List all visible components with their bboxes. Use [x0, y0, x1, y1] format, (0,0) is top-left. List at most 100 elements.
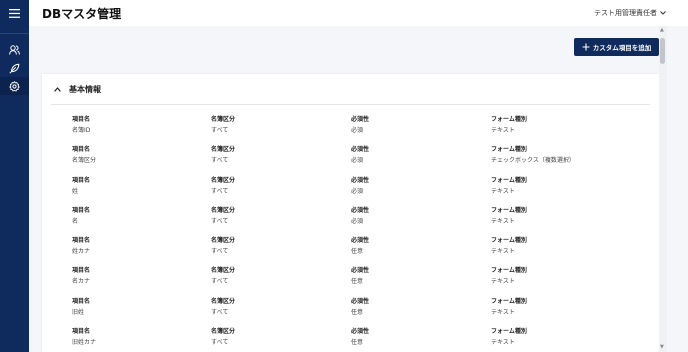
required-cell: 必須性 任意 [351, 237, 369, 256]
item-label: 項目名 [72, 267, 91, 275]
item-value: 名簿ID [72, 127, 91, 134]
required-cell: 必須性 任意 [351, 328, 369, 347]
required-value: 任意 [351, 278, 364, 286]
form-type-label: フォーム種別 [491, 328, 527, 336]
field-row: 項目名 旧姓カナ 名簿区分 すべて 必須性 任意 フォーム種別 テキスト [42, 328, 659, 352]
item-value: 姓 [72, 187, 79, 195]
required-value: 必須 [351, 187, 364, 195]
item-value: 名 [72, 217, 79, 225]
nav-settings[interactable] [0, 77, 29, 95]
item-cell: 項目名 名簿区分 [72, 146, 96, 165]
category-cell: 名簿区分 すべて [211, 298, 235, 317]
user-name: テスト用管理責任者 [594, 9, 657, 17]
form-type-cell: フォーム種別 テキスト [491, 237, 527, 256]
category-label: 名簿区分 [211, 267, 236, 275]
required-label: 必須性 [351, 237, 370, 245]
section-header[interactable]: 基本情報 [42, 74, 659, 104]
category-cell: 名簿区分 すべて [211, 207, 235, 226]
required-label: 必須性 [351, 176, 370, 184]
user-menu[interactable]: テスト用管理責任者 [594, 8, 666, 18]
item-value: 名カナ [72, 278, 91, 286]
category-cell: 名簿区分 すべて [211, 146, 235, 165]
required-cell: 必須性 必須 [351, 207, 369, 226]
add-custom-item-label: カスタム項目を追加 [592, 44, 652, 52]
field-row: 項目名 名 名簿区分 すべて 必須性 必須 フォーム種別 テキスト [42, 207, 659, 237]
hamburger-icon [9, 8, 20, 18]
chevron-up-icon[interactable] [54, 86, 61, 92]
form-type-label: フォーム種別 [491, 176, 527, 184]
scroll-down-arrow-icon[interactable]: ▼ [660, 345, 664, 350]
top-bar: DBマスタ管理 テスト用管理責任者 [29, 0, 688, 26]
field-row: 項目名 名簿区分 名簿区分 すべて 必須性 必須 フォーム種別 チェックボックス… [42, 146, 659, 176]
feather-icon [9, 63, 20, 74]
form-type-value: テキスト [491, 217, 515, 225]
item-label: 項目名 [72, 176, 91, 184]
form-type-label: フォーム種別 [491, 237, 527, 245]
side-rail [0, 0, 29, 352]
form-type-value: テキスト [491, 187, 515, 195]
field-row: 項目名 姓カナ 名簿区分 すべて 必須性 任意 フォーム種別 テキスト [42, 237, 659, 267]
category-value: すべて [211, 308, 229, 316]
required-value: 任意 [351, 339, 364, 347]
add-custom-item-button[interactable]: カスタム項目を追加 [574, 38, 659, 56]
required-label: 必須性 [351, 116, 370, 123]
section-divider [51, 104, 650, 105]
required-label: 必須性 [351, 297, 370, 305]
form-type-value: テキスト [491, 308, 515, 316]
form-type-cell: フォーム種別 テキスト [491, 328, 527, 347]
category-value: すべて [211, 248, 229, 256]
nav-feather[interactable] [0, 59, 29, 77]
item-cell: 項目名 名カナ [72, 267, 90, 286]
required-cell: 必須性 任意 [351, 298, 369, 317]
nav-users[interactable] [0, 41, 29, 59]
form-type-value: テキスト [491, 127, 515, 134]
required-value: 必須 [351, 157, 364, 165]
form-type-label: フォーム種別 [491, 267, 527, 275]
required-cell: 必須性 必須 [351, 146, 369, 165]
rail-divider [0, 33, 29, 34]
field-row: 項目名 旧姓 名簿区分 すべて 必須性 任意 フォーム種別 テキスト [42, 298, 659, 328]
scrollbar[interactable]: ▲ ▼ [659, 26, 667, 352]
item-value: 旧姓カナ [72, 339, 97, 347]
form-type-cell: フォーム種別 テキスト [491, 177, 527, 196]
form-type-value: テキスト [491, 248, 515, 256]
category-cell: 名簿区分 すべて [211, 116, 235, 135]
category-label: 名簿区分 [211, 116, 236, 123]
field-row: 項目名 姓 名簿区分 すべて 必須性 必須 フォーム種別 テキスト [42, 177, 659, 207]
chevron-down-icon [660, 11, 666, 15]
required-cell: 必須性 任意 [351, 267, 369, 286]
form-type-cell: フォーム種別 テキスト [491, 267, 527, 286]
required-cell: 必須性 必須 [351, 177, 369, 196]
scroll-thumb[interactable] [660, 38, 665, 64]
hamburger-menu-button[interactable] [0, 0, 29, 26]
category-value: すべて [211, 127, 229, 134]
required-label: 必須性 [351, 267, 370, 275]
category-cell: 名簿区分 すべて [211, 328, 235, 347]
page-title: DBマスタ管理 [42, 7, 122, 21]
required-label: 必須性 [351, 206, 370, 214]
users-icon [9, 45, 20, 55]
required-value: 任意 [351, 308, 364, 316]
scroll-up-arrow-icon[interactable]: ▲ [660, 28, 664, 33]
category-value: すべて [211, 157, 229, 165]
category-value: すべて [211, 187, 229, 195]
item-cell: 項目名 旧姓カナ [72, 328, 96, 347]
form-type-value: テキスト [491, 278, 515, 286]
required-value: 任意 [351, 248, 364, 256]
field-list: 項目名 名簿ID 名簿区分 すべて 必須性 必須 フォーム種別 テキスト 項目名… [42, 116, 659, 352]
plus-icon [582, 43, 590, 51]
field-row: 項目名 名簿ID 名簿区分 すべて 必須性 必須 フォーム種別 テキスト [42, 116, 659, 146]
item-label: 項目名 [72, 328, 91, 336]
item-cell: 項目名 名簿ID [72, 116, 90, 135]
form-type-value: チェックボックス（複数選択） [491, 157, 575, 165]
form-type-cell: フォーム種別 テキスト [491, 207, 527, 226]
item-label: 項目名 [72, 237, 91, 245]
item-value: 姓カナ [72, 248, 91, 256]
category-label: 名簿区分 [211, 328, 236, 336]
gear-icon [9, 80, 20, 91]
form-type-cell: フォーム種別 テキスト [491, 298, 527, 317]
category-label: 名簿区分 [211, 297, 236, 305]
item-label: 項目名 [72, 146, 91, 154]
form-type-cell: フォーム種別 テキスト [491, 116, 527, 135]
category-label: 名簿区分 [211, 237, 236, 245]
